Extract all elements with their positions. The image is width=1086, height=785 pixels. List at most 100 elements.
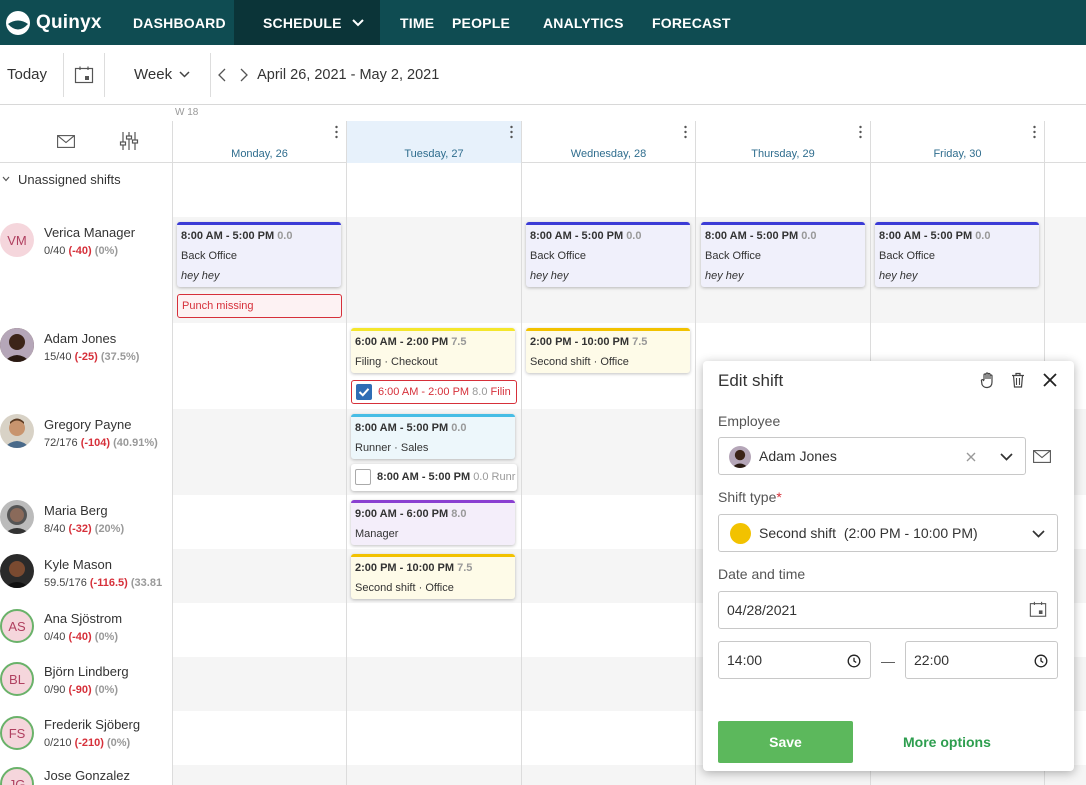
punch-missing-alert[interactable]: Punch missing bbox=[177, 294, 342, 318]
hours-value: 8/40 bbox=[44, 523, 66, 535]
chevron-left-icon[interactable] bbox=[217, 68, 226, 82]
shift-card[interactable]: 8:00 AM - 5:00 PM 0.0 Back Office hey he… bbox=[526, 222, 690, 287]
shift-description: Runr bbox=[491, 471, 516, 483]
day-label: Wednesday, 28 bbox=[570, 148, 647, 160]
hours-diff: (-40) bbox=[68, 245, 92, 257]
shift-card[interactable]: 6:00 AM - 2:00 PM 7.5 Filing · Checkout bbox=[351, 328, 515, 373]
hours-value: 0/40 bbox=[44, 631, 66, 643]
avatar: FS bbox=[0, 716, 34, 750]
date-time-label: Date and time bbox=[718, 566, 806, 582]
avatar bbox=[729, 446, 751, 468]
shift-card[interactable]: 9:00 AM - 6:00 PM 8.0 Manager bbox=[351, 500, 515, 545]
view-select[interactable]: Week bbox=[134, 66, 190, 83]
avatar bbox=[0, 414, 34, 448]
shift-card[interactable]: 8:00 AM - 5:00 PM 0.0 Back Office hey he… bbox=[701, 222, 865, 287]
nav-people[interactable]: PEOPLE bbox=[452, 0, 543, 45]
employee-hours: 0/40 (-40) (0%) bbox=[44, 245, 118, 257]
avatar bbox=[0, 554, 34, 588]
clock-icon[interactable] bbox=[847, 654, 861, 668]
shift-time: 8:00 AM - 5:00 PM 0.0 bbox=[530, 230, 641, 242]
shift-type-color-dot bbox=[730, 523, 751, 544]
mail-icon[interactable] bbox=[57, 135, 75, 148]
clock-icon[interactable] bbox=[1034, 654, 1048, 668]
shift-note: hey hey bbox=[879, 270, 918, 282]
hours-pct: (40.91%) bbox=[113, 437, 158, 449]
employee-select[interactable]: Adam Jones bbox=[718, 437, 1026, 475]
kebab-menu-icon[interactable] bbox=[335, 125, 338, 139]
end-time-value: 22:00 bbox=[914, 652, 950, 668]
shift-time-range: 9:00 AM - 6:00 PM bbox=[355, 508, 449, 520]
shift-time: 6:00 AM - 2:00 PM 8.0 Filin bbox=[378, 386, 511, 398]
nav-schedule[interactable]: SCHEDULE bbox=[234, 0, 380, 45]
clear-icon[interactable] bbox=[966, 452, 976, 462]
more-options-button[interactable]: More options bbox=[903, 734, 991, 750]
shift-hours: 0.0 bbox=[975, 230, 991, 242]
chevron-down-icon[interactable] bbox=[1032, 530, 1045, 538]
shift-hours: 8.0 bbox=[472, 386, 488, 398]
week-number: W 18 bbox=[175, 107, 199, 118]
hours-diff: (-90) bbox=[68, 684, 92, 696]
quinyx-logo[interactable]: Quinyx bbox=[0, 0, 133, 45]
kebab-menu-icon[interactable] bbox=[859, 125, 862, 139]
day-header-wednesday: Wednesday, 28 bbox=[522, 121, 696, 163]
today-button[interactable]: Today bbox=[7, 66, 47, 83]
kebab-menu-icon[interactable] bbox=[684, 125, 687, 139]
shift-checkbox[interactable] bbox=[355, 469, 371, 485]
filter-sliders-icon[interactable] bbox=[119, 131, 139, 151]
avatar bbox=[0, 500, 34, 534]
nav-forecast-label: FORECAST bbox=[652, 14, 731, 31]
date-input[interactable]: 04/28/2021 bbox=[718, 591, 1058, 629]
calendar-icon[interactable] bbox=[1029, 601, 1047, 618]
shift-description: Back Office bbox=[530, 250, 587, 262]
shift-time-range: 6:00 AM - 2:00 PM bbox=[378, 386, 470, 398]
avatar bbox=[0, 328, 34, 362]
column-divider bbox=[172, 163, 173, 785]
shift-card[interactable]: 8:00 AM - 5:00 PM 0.0 Back Office hey he… bbox=[875, 222, 1039, 287]
shift-checkbox-checked[interactable] bbox=[356, 384, 372, 400]
shift-time: 8:00 AM - 5:00 PM 0.0 bbox=[879, 230, 990, 242]
save-button[interactable]: Save bbox=[718, 721, 853, 763]
start-time-input[interactable]: 14:00 bbox=[718, 641, 871, 679]
schedule-grid-header: Monday, 26 Tuesday, 27 Wednesday, 28 Thu… bbox=[0, 121, 1086, 163]
chevron-right-icon[interactable] bbox=[240, 68, 249, 82]
employee-hours: 0/210 (-210) (0%) bbox=[44, 737, 130, 749]
close-icon[interactable] bbox=[1041, 371, 1059, 389]
day-label: Monday, 26 bbox=[231, 148, 288, 160]
avatar-photo bbox=[729, 446, 751, 468]
employee-name: Björn Lindberg bbox=[44, 664, 129, 679]
kebab-menu-icon[interactable] bbox=[510, 125, 513, 139]
shift-card[interactable]: 8:00 AM - 5:00 PM 0.0 Runner · Sales bbox=[351, 414, 515, 459]
shift-card[interactable]: 8:00 AM - 5:00 PM 0.0 Back Office hey he… bbox=[177, 222, 341, 287]
avatar: AS bbox=[0, 609, 34, 643]
calendar-icon[interactable] bbox=[74, 66, 94, 84]
trash-icon[interactable] bbox=[1009, 371, 1027, 389]
hand-grab-icon[interactable] bbox=[979, 371, 997, 389]
hours-pct: (37.5%) bbox=[100, 351, 140, 363]
selected-shift-card[interactable]: 6:00 AM - 2:00 PM 8.0 Filin bbox=[351, 380, 517, 404]
shift-card-unchecked[interactable]: 8:00 AM - 5:00 PM 0.0 Runr bbox=[351, 464, 517, 491]
shift-color-bar bbox=[526, 328, 690, 331]
shift-color-bar bbox=[526, 222, 690, 225]
mail-icon[interactable] bbox=[1033, 450, 1051, 463]
nav-dashboard[interactable]: DASHBOARD bbox=[133, 0, 234, 45]
employee-hours: 59.5/176 (-116.5) (33.81 bbox=[44, 577, 162, 589]
chevron-down-icon[interactable] bbox=[1000, 453, 1013, 461]
unassigned-shifts-toggle[interactable]: Unassigned shifts bbox=[0, 163, 172, 217]
shift-card[interactable]: 2:00 PM - 10:00 PM 7.5 Second shift · Of… bbox=[526, 328, 690, 373]
employee-value: Adam Jones bbox=[759, 448, 837, 464]
kebab-menu-icon[interactable] bbox=[1033, 125, 1036, 139]
shift-time: 2:00 PM - 10:00 PM 7.5 bbox=[530, 336, 647, 348]
nav-forecast[interactable]: FORECAST bbox=[652, 0, 731, 45]
shift-card[interactable]: 2:00 PM - 10:00 PM 7.5 Second shift · Of… bbox=[351, 554, 515, 599]
day-header-thursday: Thursday, 29 bbox=[696, 121, 871, 163]
nav-people-label: PEOPLE bbox=[452, 14, 510, 31]
hours-pct: (20%) bbox=[94, 523, 125, 535]
shift-description: Back Office bbox=[879, 250, 936, 262]
hours-value: 59.5/176 bbox=[44, 577, 87, 589]
nav-analytics[interactable]: ANALYTICS bbox=[543, 0, 652, 45]
employee-name: Gregory Payne bbox=[44, 417, 132, 432]
shift-time: 8:00 AM - 5:00 PM 0.0 bbox=[355, 422, 466, 434]
shift-type-select[interactable]: Second shift (2:00 PM - 10:00 PM) bbox=[718, 514, 1058, 552]
end-time-input[interactable]: 22:00 bbox=[905, 641, 1058, 679]
nav-time[interactable]: TIME bbox=[380, 0, 452, 45]
